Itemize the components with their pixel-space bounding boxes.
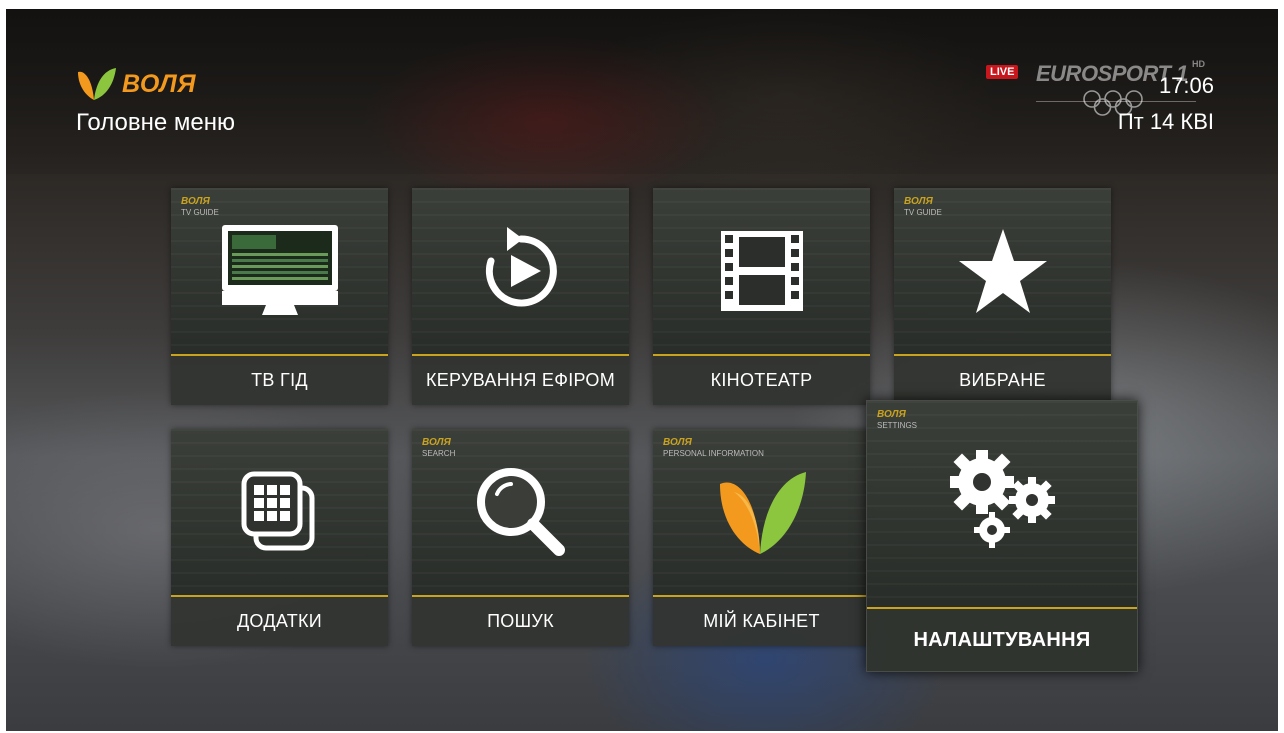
- replay-icon: [475, 225, 567, 317]
- gears-icon: [942, 446, 1062, 556]
- brand-name: ВОЛЯ: [122, 69, 196, 98]
- menu-tile-apps[interactable]: ДОДАТКИ: [171, 429, 388, 646]
- mini-caption: TV GUIDE: [181, 208, 219, 217]
- mini-brand: ВОЛЯ: [877, 409, 906, 420]
- menu-tile-cinema[interactable]: КІНОТЕАТР: [653, 188, 870, 405]
- menu-tile-tv-guide[interactable]: ВОЛЯ TV GUIDE ТВ ГІД: [171, 188, 388, 405]
- monitor-icon: [218, 221, 342, 321]
- tile-label: МІЙ КАБІНЕТ: [703, 611, 820, 631]
- mini-caption: SEARCH: [422, 449, 456, 458]
- tile-label: ВИБРАНЕ: [959, 370, 1046, 390]
- menu-tile-my-account[interactable]: ВОЛЯ PERSONAL INFORMATION МІЙ КАБІНЕТ: [653, 429, 870, 646]
- clock-time: 17:06: [1158, 73, 1214, 98]
- mini-brand: ВОЛЯ: [904, 196, 933, 207]
- tile-label: ТВ ГІД: [251, 370, 308, 390]
- tile-label: ДОДАТКИ: [236, 611, 323, 631]
- menu-tile-settings[interactable]: ВОЛЯ SETTINGS НАЛАШТУВАННЯ: [866, 400, 1138, 672]
- mini-brand: ВОЛЯ: [663, 437, 692, 448]
- brand: ВОЛЯ: [74, 64, 196, 104]
- mini-caption: PERSONAL INFORMATION: [663, 449, 764, 458]
- menu-tile-favorites[interactable]: ВОЛЯ TV GUIDE ВИБРАНЕ: [894, 188, 1111, 405]
- mini-brand: ВОЛЯ: [422, 437, 451, 448]
- apps-icon: [240, 470, 320, 554]
- clock-date: Пт 14 КВІ: [1117, 109, 1214, 134]
- tile-label: КЕРУВАННЯ ЕФІРОМ: [425, 370, 616, 390]
- page-title: Головне меню: [76, 109, 235, 136]
- volia-logo-icon: [78, 68, 116, 100]
- channel-hd-badge: HD: [1192, 59, 1205, 69]
- volia-logo-icon: [714, 466, 810, 558]
- menu-tile-broadcast-control[interactable]: КЕРУВАННЯ ЕФІРОМ: [412, 188, 629, 405]
- mini-brand: ВОЛЯ: [181, 196, 210, 207]
- search-icon: [473, 464, 569, 560]
- menu-tile-search[interactable]: ВОЛЯ SEARCH ПОШУК: [412, 429, 629, 646]
- tile-label: ПОШУК: [487, 611, 554, 631]
- star-icon: [957, 227, 1049, 315]
- tv-screen: ВОЛЯ Головне меню LIVE EUROSPORT 1 HD 17…: [6, 9, 1278, 731]
- mini-caption: TV GUIDE: [904, 208, 942, 217]
- tile-label: КІНОТЕАТР: [710, 370, 813, 390]
- mini-caption: SETTINGS: [877, 421, 918, 430]
- tile-label: НАЛАШТУВАННЯ: [913, 628, 1091, 651]
- live-badge: LIVE: [986, 65, 1019, 79]
- film-icon: [719, 229, 805, 313]
